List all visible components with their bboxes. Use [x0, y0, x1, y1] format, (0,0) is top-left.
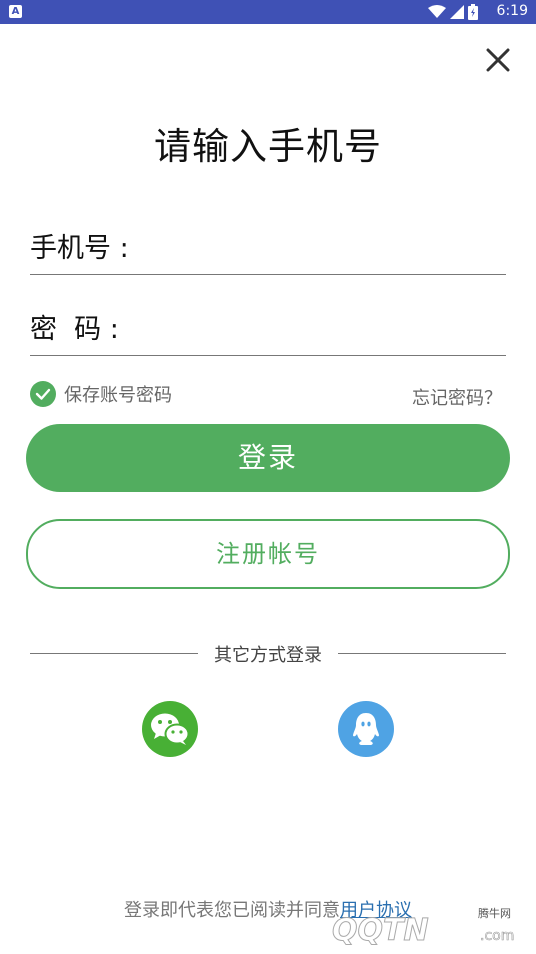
remember-label: 保存账号密码 [64, 385, 172, 406]
password-input[interactable] [150, 307, 504, 347]
remember-checkbox[interactable]: 保存账号密码 [30, 381, 172, 407]
site-watermark: 腾牛网 QQTN .com [330, 895, 530, 949]
signal-icon [450, 5, 464, 19]
qq-login-button[interactable] [338, 701, 394, 757]
notification-icon: A [9, 5, 22, 18]
watermark-domain: .com [480, 928, 514, 944]
wifi-icon [428, 5, 446, 18]
phone-label: 手机号 : [30, 233, 129, 264]
status-icons [428, 4, 478, 20]
page-title: 请输入手机号 [154, 125, 382, 168]
wechat-icon [151, 713, 190, 745]
password-label: 密 码 : [30, 314, 119, 345]
checkmark-icon [30, 381, 56, 407]
forgot-password-link[interactable]: 忘记密码？ [412, 384, 502, 410]
password-field[interactable]: 密 码 : [30, 301, 506, 356]
phone-input[interactable] [150, 226, 504, 266]
login-button[interactable]: 登录 [26, 424, 510, 492]
agreement-prefix: 登录即代表您已阅读并同意 [124, 900, 340, 921]
status-time: 6:19 [496, 3, 528, 19]
close-icon [486, 48, 510, 72]
other-login-title: 其它方式登录 [214, 645, 322, 666]
watermark-logo-text: QQTN [332, 913, 429, 947]
close-button[interactable] [484, 46, 512, 74]
qq-icon [353, 713, 379, 745]
battery-icon [468, 4, 478, 20]
register-button[interactable]: 注册帐号 [26, 519, 510, 589]
wechat-login-button[interactable] [142, 701, 198, 757]
phone-field[interactable]: 手机号 : [30, 220, 506, 275]
status-bar: A 6:19 [0, 0, 536, 24]
watermark-small-text: 腾牛网 [478, 906, 511, 920]
